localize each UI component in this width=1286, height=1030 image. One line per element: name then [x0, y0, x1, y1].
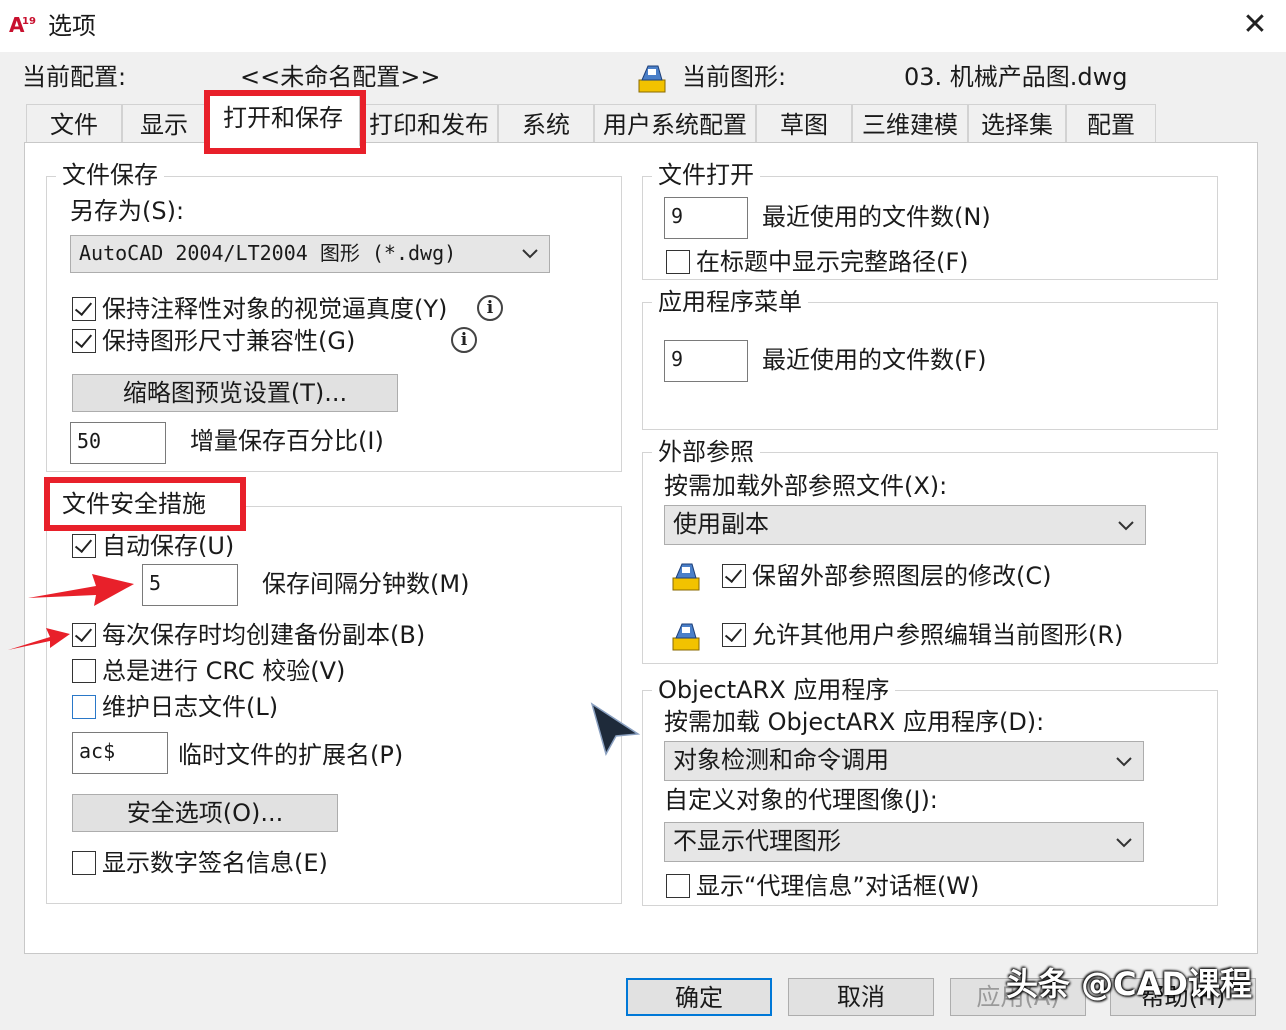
- file-save-title: 文件保存: [56, 160, 164, 190]
- log-file-checkbox[interactable]: [72, 695, 96, 719]
- tab-profiles[interactable]: 配置: [1066, 104, 1156, 144]
- tab-highlight-box: [204, 90, 366, 154]
- red-arrow-icon: [8, 628, 70, 650]
- retain-xref-layer-checkbox[interactable]: [722, 564, 746, 588]
- ok-button[interactable]: 确定: [626, 978, 772, 1016]
- autosave-label: 自动保存(U): [102, 532, 235, 560]
- crc-check-label: 总是进行 CRC 校验(V): [102, 657, 346, 685]
- xref-demand-load-select[interactable]: 使用副本: [664, 505, 1146, 545]
- drawing-icon: [672, 623, 700, 651]
- thumbnail-settings-button[interactable]: 缩略图预览设置(T)...: [72, 374, 398, 412]
- current-profile-label: 当前配置:: [22, 63, 127, 91]
- cancel-button[interactable]: 取消: [788, 978, 934, 1016]
- security-options-button[interactable]: 安全选项(O)...: [72, 794, 338, 832]
- xref-demand-load-label: 按需加载外部参照文件(X):: [664, 472, 948, 500]
- proxy-info-checkbox[interactable]: [666, 874, 690, 898]
- app-menu-title: 应用程序菜单: [652, 287, 808, 317]
- tab-plot-publish[interactable]: 打印和发布: [360, 104, 498, 144]
- chevron-down-icon: [1116, 757, 1132, 767]
- digital-signature-checkbox[interactable]: [72, 851, 96, 875]
- keep-dimension-label: 保持图形尺寸兼容性(G): [102, 327, 356, 355]
- info-icon: i: [451, 327, 477, 353]
- log-file-label: 维护日志文件(L): [102, 693, 279, 721]
- save-as-label: 另存为(S):: [70, 197, 185, 225]
- app-menu-recent-input[interactable]: 9: [664, 340, 748, 382]
- incremental-save-label: 增量保存百分比(I): [190, 427, 384, 455]
- tab-system[interactable]: 系统: [498, 104, 594, 144]
- allow-xref-edit-label: 允许其他用户参照编辑当前图形(R): [752, 621, 1124, 649]
- tab-files[interactable]: 文件: [26, 104, 122, 144]
- chevron-down-icon: [1116, 838, 1132, 848]
- arx-demand-load-label: 按需加载 ObjectARX 应用程序(D):: [664, 708, 1045, 736]
- autosave-interval-input[interactable]: 5: [142, 564, 238, 606]
- arx-demand-load-value: 对象检测和命令调用: [673, 746, 889, 774]
- title-bar: A 19 选项 ✕: [0, 0, 1286, 52]
- tab-user-preferences[interactable]: 用户系统配置: [594, 104, 756, 144]
- current-profile-value: <<未命名配置>>: [240, 63, 441, 91]
- keep-annotative-label: 保持注释性对象的视觉逼真度(Y): [102, 295, 448, 323]
- keep-annotative-checkbox[interactable]: [72, 297, 96, 321]
- red-arrow-icon: [28, 574, 134, 606]
- window-title: 选项: [48, 12, 96, 40]
- autosave-interval-label: 保存间隔分钟数(M): [262, 570, 470, 598]
- backup-copy-label: 每次保存时均创建备份副本(B): [102, 621, 426, 649]
- tab-3d-modeling[interactable]: 三维建模: [852, 104, 968, 144]
- current-drawing-label: 当前图形:: [682, 63, 787, 91]
- recent-files-input[interactable]: 9: [664, 197, 748, 239]
- svg-text:19: 19: [22, 16, 36, 27]
- temp-extension-input[interactable]: ac$: [72, 732, 168, 774]
- save-as-select[interactable]: AutoCAD 2004/LT2004 图形 (*.dwg): [70, 235, 550, 273]
- xref-demand-load-value: 使用副本: [673, 510, 769, 538]
- backup-copy-checkbox[interactable]: [72, 623, 96, 647]
- close-icon[interactable]: ✕: [1238, 8, 1272, 42]
- crc-check-checkbox[interactable]: [72, 659, 96, 683]
- proxy-info-label: 显示“代理信息”对话框(W): [696, 872, 980, 900]
- digital-signature-label: 显示数字签名信息(E): [102, 849, 328, 877]
- arx-demand-load-select[interactable]: 对象检测和命令调用: [664, 741, 1144, 781]
- recent-files-label: 最近使用的文件数(N): [762, 203, 991, 231]
- proxy-images-select[interactable]: 不显示代理图形: [664, 822, 1144, 862]
- tab-display[interactable]: 显示: [122, 104, 206, 144]
- current-drawing-value: 03. 机械产品图.dwg: [904, 63, 1128, 91]
- file-safety-title: 文件安全措施: [62, 490, 206, 518]
- app-menu-recent-label: 最近使用的文件数(F): [762, 346, 987, 374]
- save-as-value: AutoCAD 2004/LT2004 图形 (*.dwg): [79, 241, 457, 265]
- autosave-checkbox[interactable]: [72, 534, 96, 558]
- file-open-title: 文件打开: [652, 160, 760, 190]
- full-path-label: 在标题中显示完整路径(F): [696, 248, 969, 276]
- watermark: 头条 @CAD课程: [1006, 965, 1252, 1003]
- xref-title: 外部参照: [652, 437, 760, 467]
- objectarx-title: ObjectARX 应用程序: [652, 675, 896, 705]
- temp-extension-label: 临时文件的扩展名(P): [178, 741, 404, 769]
- full-path-checkbox[interactable]: [666, 250, 690, 274]
- chevron-down-icon: [522, 249, 538, 259]
- autocad-icon: A 19: [9, 13, 36, 37]
- tab-drafting[interactable]: 草图: [756, 104, 852, 144]
- keep-dimension-checkbox[interactable]: [72, 329, 96, 353]
- info-icon: i: [477, 295, 503, 321]
- drawing-icon: [638, 65, 666, 93]
- chevron-down-icon: [1118, 521, 1134, 531]
- mouse-cursor-icon: [590, 702, 641, 756]
- tab-selection[interactable]: 选择集: [968, 104, 1066, 144]
- proxy-images-value: 不显示代理图形: [673, 827, 841, 855]
- drawing-icon: [672, 563, 700, 591]
- incremental-save-input[interactable]: 50: [70, 422, 166, 464]
- retain-xref-layer-label: 保留外部参照图层的修改(C): [752, 562, 1052, 590]
- allow-xref-edit-checkbox[interactable]: [722, 623, 746, 647]
- proxy-images-label: 自定义对象的代理图像(J):: [664, 786, 938, 814]
